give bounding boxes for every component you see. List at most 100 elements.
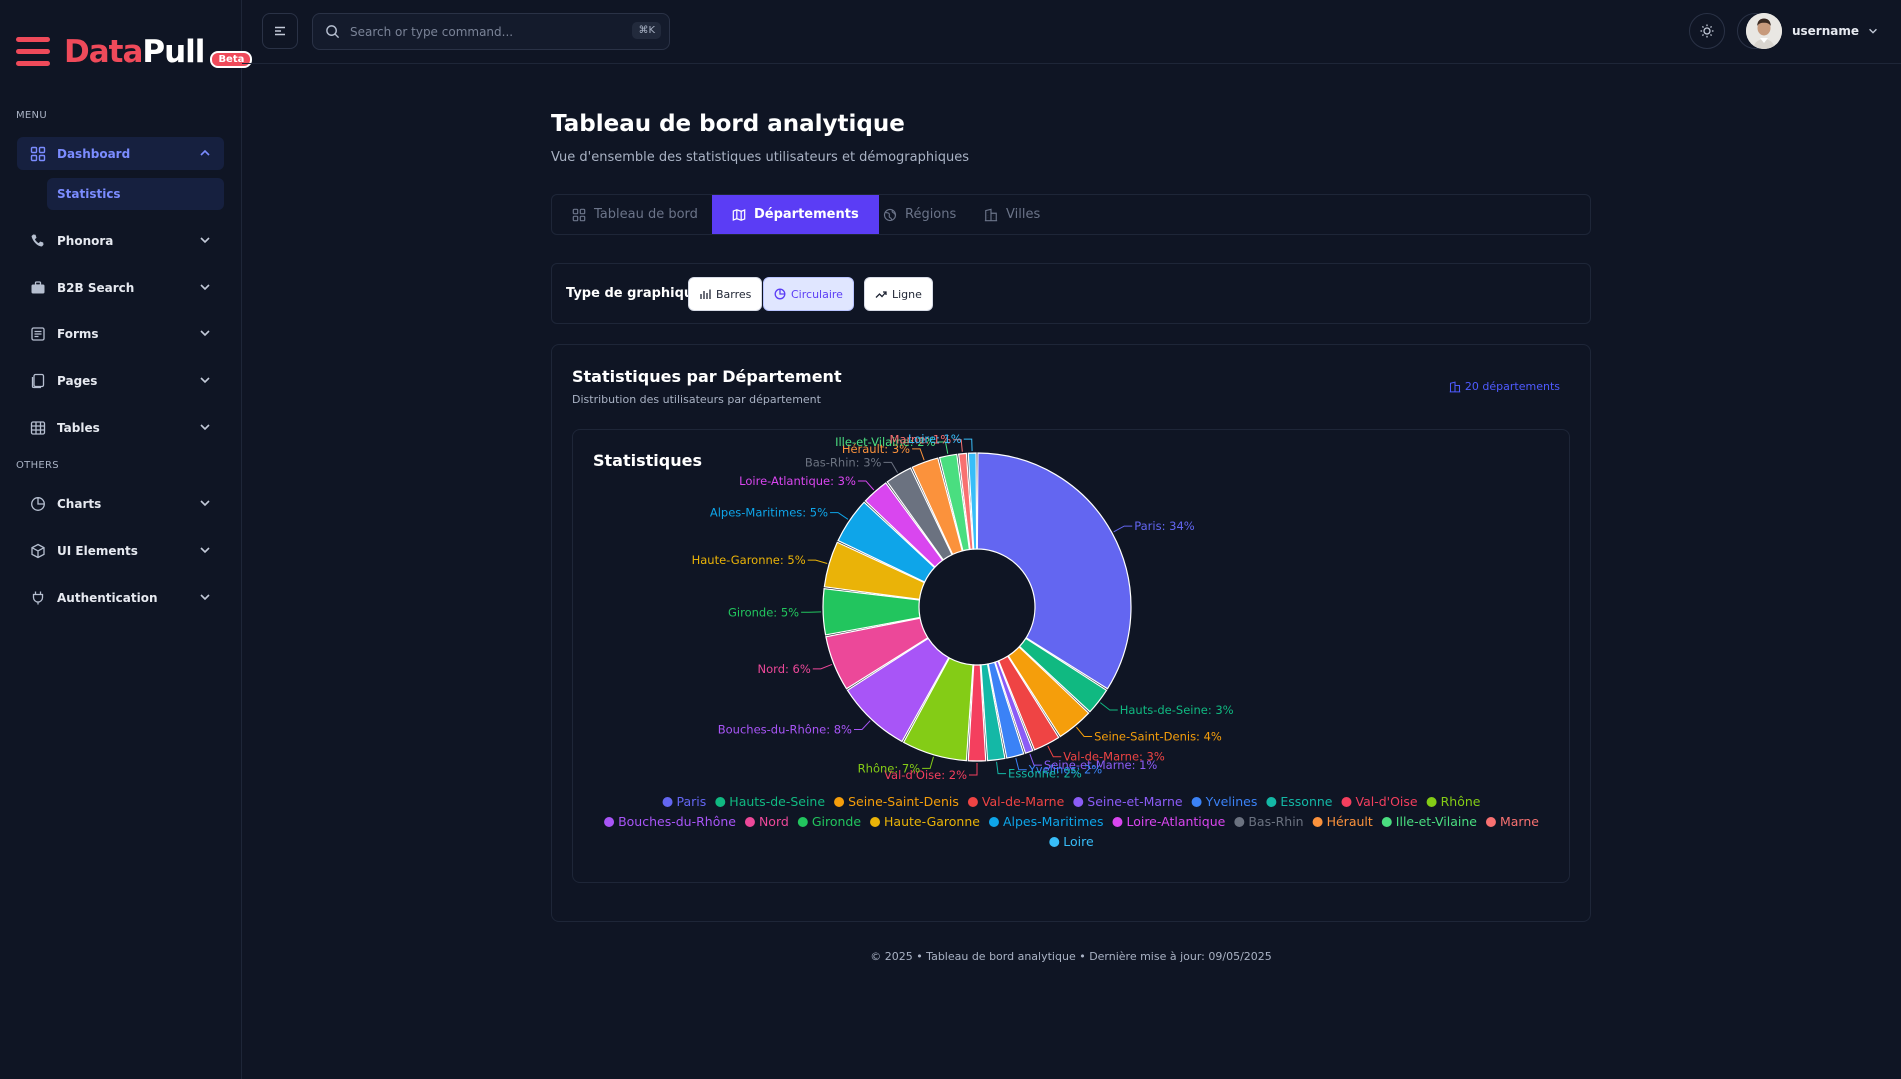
logo-burger-icon [16, 35, 50, 69]
grid-icon [572, 208, 586, 222]
building-icon [984, 208, 998, 222]
legend-item-alpes-maritimes[interactable]: Alpes-Maritimes [988, 814, 1103, 829]
legend-label: Seine-Saint-Denis [848, 794, 959, 809]
legend-label: Loire [1063, 834, 1094, 849]
legend-label: Bouches-du-Rhône [618, 814, 736, 829]
tab-label: Villes [1006, 207, 1041, 222]
label-leader-line [1076, 726, 1093, 737]
legend-item-val-de-marne[interactable]: Val-de-Marne [967, 794, 1065, 809]
chart-type-pie-label: Circulaire [791, 287, 843, 301]
tab-tableau-de-bord[interactable]: Tableau de bord [552, 195, 718, 234]
legend-label: Rhône [1441, 794, 1481, 809]
search-input[interactable] [350, 24, 620, 39]
brand-part2: Pull [142, 34, 205, 70]
sidebar-item-phonora[interactable]: Phonora [17, 224, 224, 257]
legend-item-yvelines[interactable]: Yvelines [1191, 794, 1258, 809]
chevron-down-icon [200, 377, 210, 384]
legend-item-hauts-de-seine[interactable]: Hauts-de-Seine [715, 794, 825, 809]
label-leader-line [912, 448, 925, 461]
legend-item-haute-garonne[interactable]: Haute-Garonne [870, 814, 980, 829]
legend-item-seine-et-marne[interactable]: Seine-et-Marne [1073, 794, 1183, 809]
legend-item-essonne[interactable]: Essonne [1266, 794, 1333, 809]
legend-swatch [662, 797, 673, 807]
chevron-down-icon [1869, 28, 1877, 34]
username-label: username [1791, 24, 1859, 38]
legend-item-bas-rhin[interactable]: Bas-Rhin [1234, 814, 1304, 829]
legend-item-loire[interactable]: Loire [1049, 834, 1094, 849]
legend-swatch [1381, 817, 1392, 827]
chevron-down-icon [200, 594, 210, 601]
legend-swatch [744, 817, 755, 827]
legend-swatch [797, 817, 808, 827]
label-leader-line [853, 720, 871, 730]
legend-item-gironde[interactable]: Gironde [797, 814, 862, 829]
label-leader-line [963, 438, 973, 452]
slice-label: Gironde: 5% [728, 605, 799, 619]
sidebar-subitem-statistics[interactable]: Statistics [47, 178, 224, 210]
slice-label: Loire-Atlantique: 3% [739, 474, 856, 488]
legend-item-bouches-du-rh-ne[interactable]: Bouches-du-Rhône [604, 814, 736, 829]
label-leader-line [922, 756, 934, 769]
legend-swatch [967, 797, 978, 807]
legend-item-ille-et-vilaine[interactable]: Ille-et-Vilaine [1381, 814, 1477, 829]
legend-item-paris[interactable]: Paris [662, 794, 707, 809]
stats-subtitle: Distribution des utilisateurs par départ… [572, 393, 821, 406]
legend-swatch [1485, 817, 1496, 827]
legend-label: Paris [677, 794, 707, 809]
sidebar-item-pages[interactable]: Pages [17, 364, 224, 397]
legend-swatch [1049, 837, 1060, 847]
avatar [1745, 13, 1782, 49]
department-count-label: 20 départements [1464, 380, 1560, 393]
legend-label: Ille-et-Vilaine [1396, 814, 1477, 829]
legend-item-nord[interactable]: Nord [744, 814, 789, 829]
chart-type-pie-button[interactable]: Circulaire [763, 277, 854, 311]
slice-label: Seine-Saint-Denis: 4% [1094, 729, 1222, 743]
tab-villes[interactable]: Villes [964, 195, 1060, 234]
sidebar-item-label: Forms [57, 326, 99, 341]
topbar: ⌘K username [242, 0, 1901, 64]
sidebar-item-label: Authentication [57, 590, 158, 605]
tab-departements[interactable]: Départements [712, 195, 879, 234]
legend-swatch [1426, 797, 1437, 807]
stats-title: Statistiques par Département [572, 367, 842, 386]
sidebar-item-charts[interactable]: Charts [17, 487, 224, 520]
label-leader-line [969, 763, 978, 776]
legend-swatch [1341, 797, 1352, 807]
sidebar-item-authentication[interactable]: Authentication [17, 581, 224, 614]
sidebar-toggle-button[interactable] [262, 13, 298, 49]
label-leader-line [807, 559, 828, 564]
form-icon [29, 325, 47, 343]
label-leader-line [857, 480, 875, 491]
user-menu[interactable]: username [1745, 13, 1879, 49]
legend-item-loire-atlantique[interactable]: Loire-Atlantique [1112, 814, 1226, 829]
sidebar-item-dashboard[interactable]: Dashboard [17, 137, 224, 170]
logo[interactable]: Data Pull Beta [16, 34, 253, 70]
chevron-down-icon [200, 547, 210, 554]
tab-regions[interactable]: Régions [863, 195, 976, 234]
legend-label: Yvelines [1205, 794, 1258, 809]
chart-type-bars-label: Barres [716, 287, 752, 301]
sidebar-item-b2b-search[interactable]: B2B Search [17, 271, 224, 304]
legend-item-rh-ne[interactable]: Rhône [1426, 794, 1481, 809]
chart-type-line-button[interactable]: Ligne [864, 277, 933, 311]
legend-item-seine-saint-denis[interactable]: Seine-Saint-Denis [834, 794, 959, 809]
search-bar[interactable]: ⌘K [312, 13, 670, 50]
menu-section-label: MENU [16, 110, 47, 121]
theme-toggle-button[interactable] [1689, 13, 1725, 49]
legend-item-val-d-oise[interactable]: Val-d'Oise [1341, 794, 1418, 809]
chevron-up-icon [200, 149, 210, 156]
sidebar-item-forms[interactable]: Forms [17, 317, 224, 350]
chevron-down-icon [200, 330, 210, 337]
chart-type-bars-button[interactable]: Barres [688, 277, 763, 311]
sidebar-item-ui-elements[interactable]: UI Elements [17, 534, 224, 567]
donut-chart: Paris: 34% Hauts-de-Seine: 3% Seine-Saint-… [604, 432, 1539, 849]
legend-swatch [1312, 817, 1323, 827]
chart-type-label: Type de graphique: [566, 286, 708, 301]
pie-slice-paris[interactable] [976, 452, 1132, 690]
briefcase-icon [29, 279, 47, 297]
legend-item-marne[interactable]: Marne [1485, 814, 1539, 829]
legend-swatch [715, 797, 726, 807]
sidebar-item-tables[interactable]: Tables [17, 411, 224, 444]
legend-item-h-rault[interactable]: Hérault [1312, 814, 1373, 829]
sidebar-item-label: Tables [57, 420, 100, 435]
